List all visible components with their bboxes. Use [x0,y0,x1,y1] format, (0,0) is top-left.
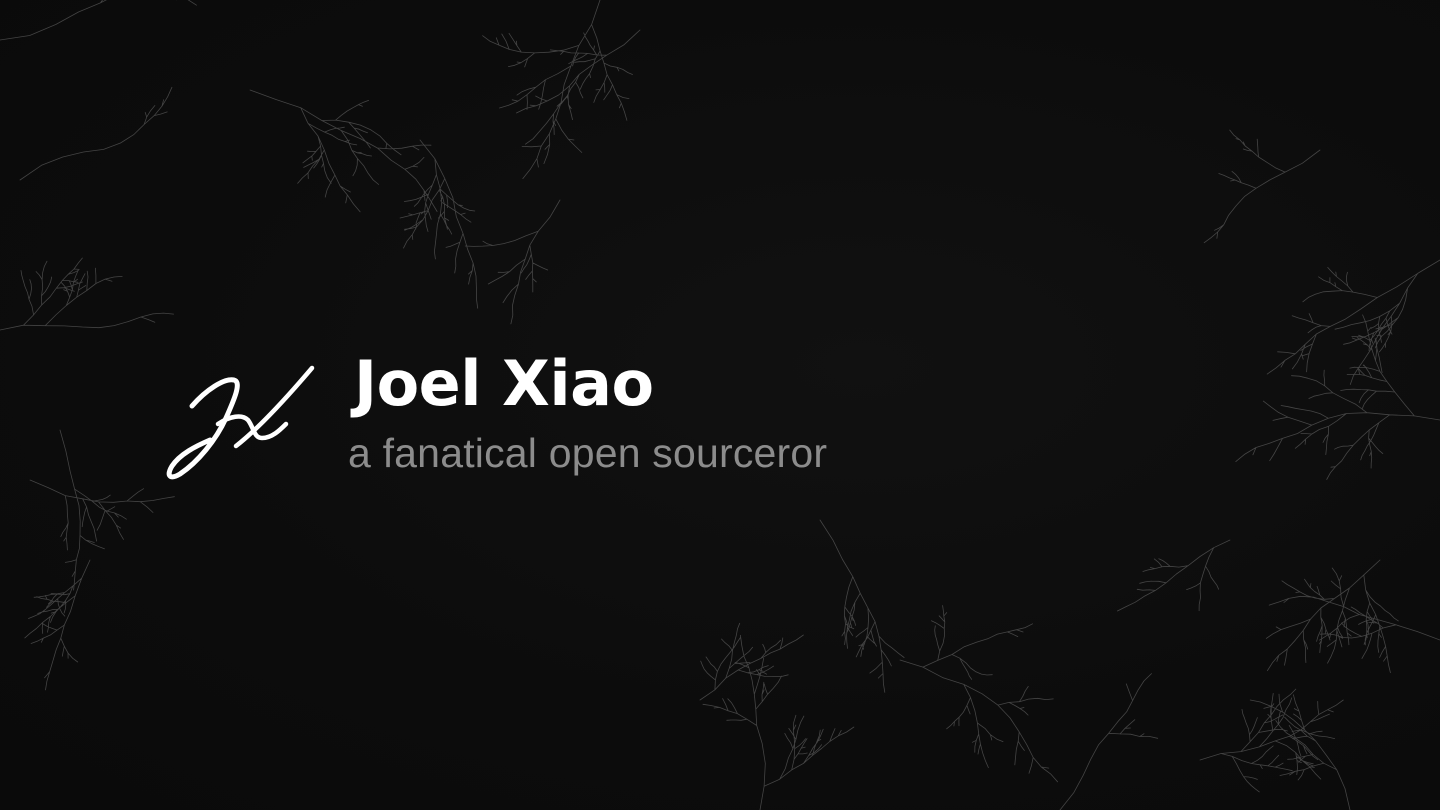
page-tagline: a fanatical open sourceror [348,430,828,476]
jx-signature-icon [166,365,315,480]
page-title: Joel Xiao [354,347,654,420]
signature-j-stroke [166,377,240,480]
landing-page: Joel Xiao a fanatical open sourceror [0,0,1440,810]
